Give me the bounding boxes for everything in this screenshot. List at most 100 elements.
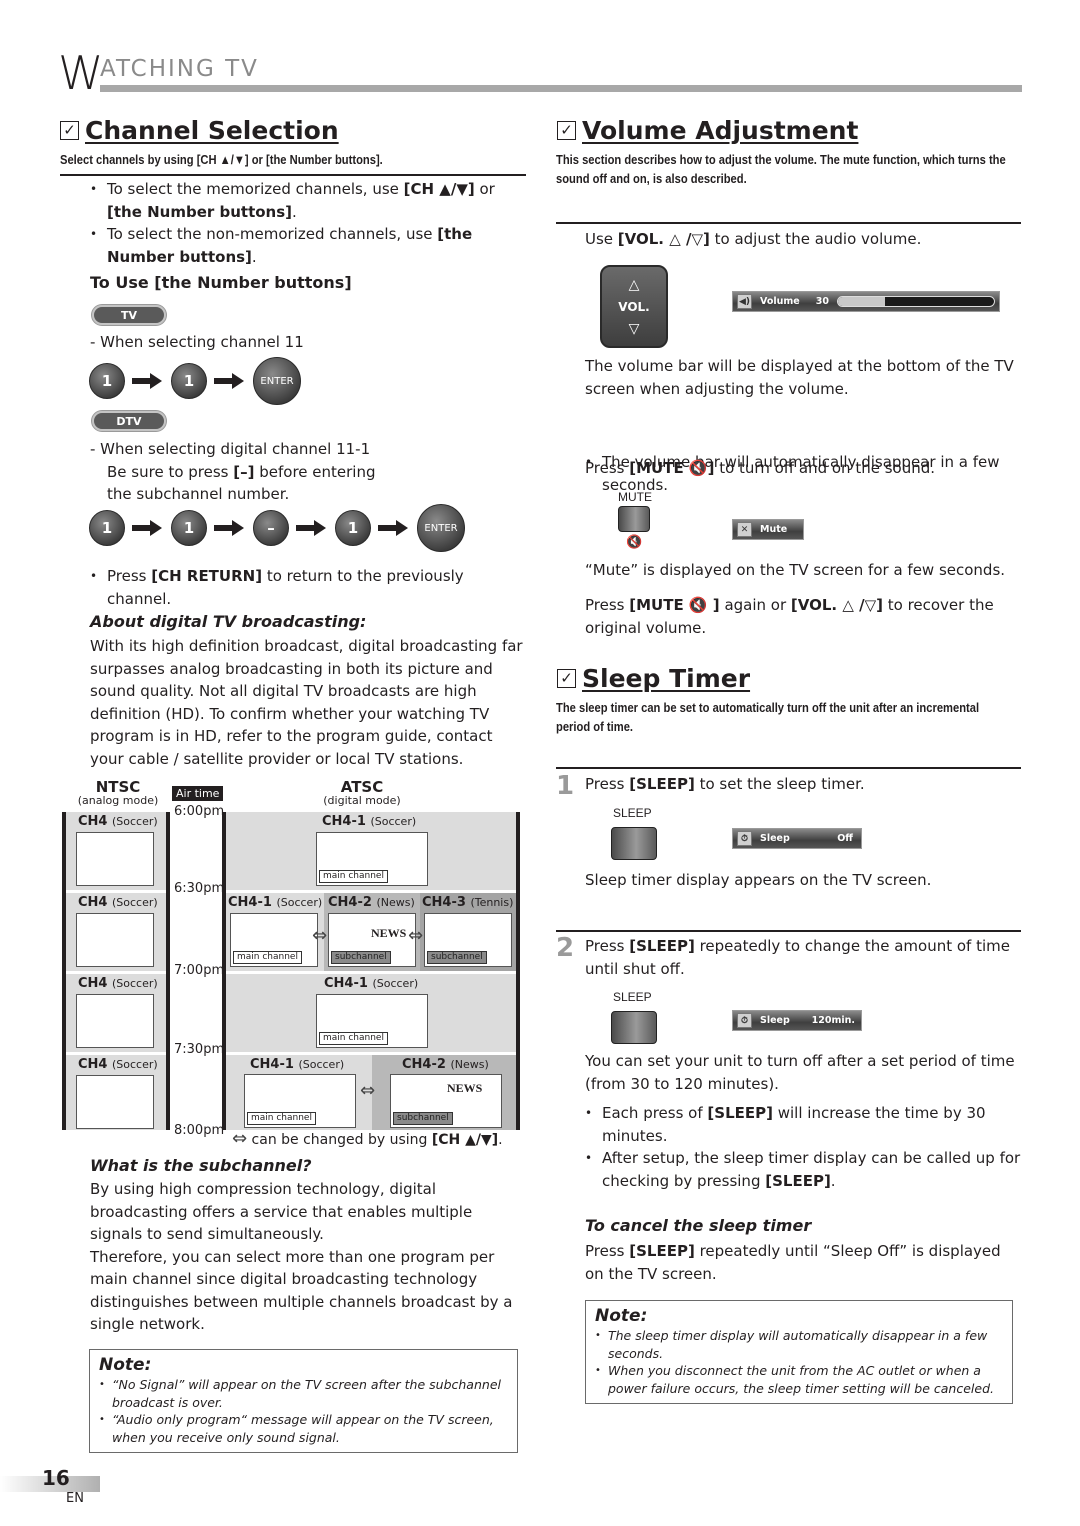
- section-rule: [60, 174, 526, 176]
- dash-button: –: [253, 510, 289, 546]
- number-1-button: 1: [171, 363, 207, 399]
- volume-level-bar: [836, 296, 995, 307]
- list-item: To select the memorized channels, use [C…: [90, 178, 530, 223]
- checkbox-icon: ✓: [60, 121, 79, 140]
- soccer-picture: [76, 832, 154, 886]
- section-rule: [556, 767, 1021, 769]
- ntsc-header: NTSC (analog mode): [77, 778, 159, 807]
- sleep-bullets: Each press of [SLEEP] will increase the …: [585, 1102, 1025, 1192]
- double-arrow-icon: ⇔: [232, 1128, 248, 1149]
- about-digital-text: With its high definition broadcast, digi…: [90, 637, 523, 768]
- time-label: 7:00pm: [174, 963, 225, 978]
- mute-icon: 🔇: [626, 535, 643, 550]
- note-item: The sleep timer display will automatical…: [595, 1327, 1003, 1362]
- timer-icon: ⏱: [737, 1013, 752, 1028]
- header-initial: W: [58, 46, 104, 100]
- about-digital-heading: About digital TV broadcasting:: [90, 612, 367, 631]
- soccer-picture: [76, 1075, 154, 1129]
- list-item: Each press of [SLEEP] will increase the …: [585, 1102, 1025, 1147]
- main-channel-tag: main channel: [233, 951, 302, 964]
- volume-adjustment-title: ✓ Volume Adjustment: [557, 116, 858, 145]
- mute-x-icon: ✕: [737, 522, 752, 537]
- sleep-osd-120: ⏱ Sleep 120min.: [732, 1010, 862, 1031]
- arrow-right-icon: [378, 520, 410, 536]
- list-item: After setup, the sleep timer display can…: [585, 1147, 1025, 1192]
- mute-button-label: MUTE: [618, 490, 652, 504]
- double-arrow-icon: ⇔: [312, 925, 328, 946]
- ntsc-row: CH4 (Soccer): [66, 974, 166, 1052]
- checkbox-icon: ✓: [557, 121, 576, 140]
- section-rule: [556, 930, 1021, 932]
- soccer-picture: main channel: [316, 832, 428, 886]
- dtv-note: - When selecting digital channel 11-1 Be…: [90, 440, 376, 503]
- tv-button-sequence: 1 1 ENTER: [89, 357, 301, 405]
- news-picture: NEWS subchannel: [328, 913, 416, 967]
- time-label: 7:30pm: [174, 1042, 225, 1057]
- dtv-button-sequence: 1 1 – 1 ENTER: [89, 504, 465, 552]
- ntsc-right-bar: [166, 812, 170, 1130]
- enter-button: ENTER: [417, 504, 465, 552]
- arrow-right-icon: [214, 373, 246, 389]
- note-item: “No Signal” will appear on the TV screen…: [99, 1376, 508, 1411]
- mute-text: Press [MUTE 🔇] to turn off and on the so…: [585, 459, 936, 477]
- volume-use-text: Use [VOL. △ /▽] to adjust the audio volu…: [585, 230, 922, 248]
- atsc-cell: CH4-2 (News) NEWS subchannel: [324, 893, 420, 971]
- enter-button: ENTER: [253, 357, 301, 405]
- number-1-button: 1: [335, 510, 371, 546]
- step2-text: Press [SLEEP] repeatedly to change the a…: [585, 937, 1010, 978]
- volume-bar-text: The volume bar will be displayed at the …: [585, 357, 1014, 398]
- airtime-label: Air time: [172, 786, 224, 801]
- subchannel-tag: subchannel: [331, 951, 391, 964]
- diagram-legend: ⇔ can be changed by using [CH ▲/▼].: [232, 1128, 503, 1149]
- atsc-row: CH4-1 (Soccer) main channel: [226, 812, 516, 890]
- number-1-button: 1: [89, 510, 125, 546]
- mute-display-text: “Mute” is displayed on the TV screen for…: [585, 561, 1006, 579]
- arrow-right-icon: [214, 520, 246, 536]
- volume-level-fill: [837, 297, 885, 306]
- note-item: “Audio only program“ message will appear…: [99, 1411, 508, 1446]
- atsc-header: ATSC (digital mode): [323, 778, 401, 807]
- sleep-note-box: Note: The sleep timer display will autom…: [585, 1300, 1013, 1404]
- vol-button: △ VOL. ▽: [600, 265, 668, 348]
- recover-volume-text: Press [MUTE 🔇 ] again or [VOL. △ /▽] to …: [585, 596, 994, 637]
- cancel-sleep-text: Press [SLEEP] repeatedly until “Sleep Of…: [585, 1242, 1001, 1283]
- news-word: NEWS: [447, 1081, 483, 1095]
- dtv-mode-pill: DTV: [92, 411, 166, 431]
- cancel-sleep-heading: To cancel the sleep timer: [585, 1216, 812, 1235]
- atsc-cell: CH4-1 (Soccer) main channel: [226, 893, 324, 971]
- speaker-icon: ◀): [737, 294, 752, 309]
- volume-osd: ◀) Volume 30: [732, 291, 1000, 312]
- time-label: 6:00pm: [174, 804, 225, 819]
- subchannel-heading: What is the subchannel?: [90, 1156, 312, 1175]
- ntsc-atsc-diagram: NTSC (analog mode) Air time ATSC (digita…: [62, 780, 530, 1170]
- double-arrow-icon: ⇔: [408, 925, 424, 946]
- tennis-picture: subchannel: [424, 913, 512, 967]
- soccer-picture: [76, 913, 154, 967]
- page-language: EN: [66, 1491, 84, 1506]
- step2-description: You can set your unit to turn off after …: [585, 1052, 1015, 1093]
- tv-mode-pill: TV: [92, 305, 166, 325]
- list-item: To select the non-memorized channels, us…: [90, 223, 530, 268]
- page-number: 16: [42, 1466, 70, 1490]
- soccer-picture: main channel: [316, 994, 428, 1048]
- ch-return-bullet: Press [CH RETURN] to return to the previ…: [90, 565, 510, 610]
- triangle-up-icon: △: [628, 276, 640, 293]
- double-arrow-icon: ⇔: [360, 1080, 376, 1101]
- timer-icon: ⏱: [737, 831, 752, 846]
- soccer-picture: main channel: [244, 1074, 356, 1128]
- time-label: 8:00pm: [174, 1123, 225, 1138]
- time-label: 6:30pm: [174, 881, 225, 896]
- ntsc-row: CH4 (Soccer): [66, 1055, 166, 1130]
- header-title: ATCHING TV: [100, 56, 259, 82]
- sleep-button: [611, 1011, 657, 1044]
- step1-description: Sleep timer display appears on the TV sc…: [585, 871, 932, 889]
- atsc-cell: CH4-3 (Tennis) subchannel: [420, 893, 516, 971]
- channel-selection-title: ✓ Channel Selection: [60, 116, 339, 145]
- step-number: 1: [556, 771, 575, 801]
- atsc-cell: CH4-1 (Soccer) main channel: [226, 1055, 372, 1130]
- note-item: When you disconnect the unit from the AC…: [595, 1362, 1003, 1397]
- sleep-subtitle: The sleep timer can be set to automatica…: [556, 700, 980, 734]
- arrow-right-icon: [132, 520, 164, 536]
- main-channel-tag: main channel: [319, 1032, 388, 1045]
- subchannel-tag: subchannel: [427, 951, 487, 964]
